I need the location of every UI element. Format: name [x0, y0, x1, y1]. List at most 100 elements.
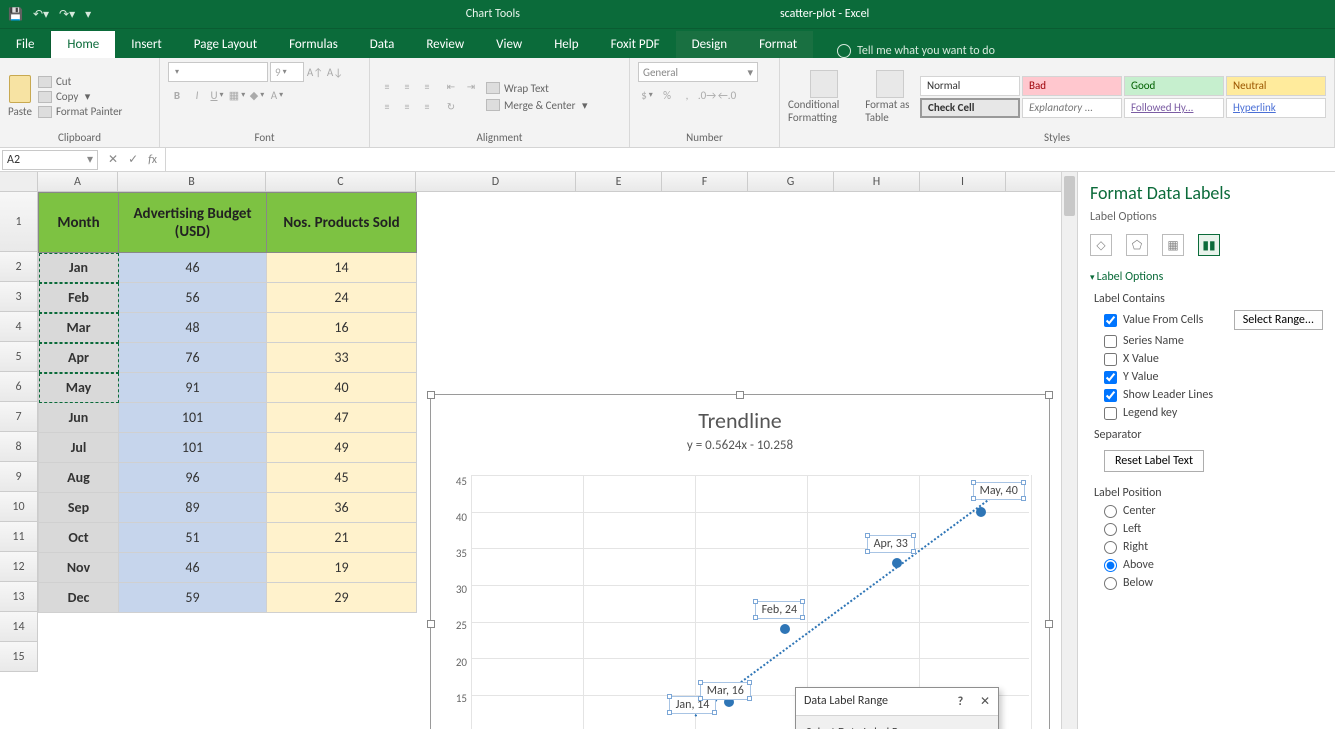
italic-button[interactable]: I: [188, 86, 206, 104]
style-followed-hyperlink[interactable]: Followed Hy...: [1124, 98, 1224, 118]
value-from-cells-checkbox[interactable]: [1104, 314, 1117, 327]
tab-view[interactable]: View: [480, 31, 538, 58]
tab-review[interactable]: Review: [410, 31, 480, 58]
y-axis[interactable]: 454035302520151050: [443, 475, 467, 729]
embedded-chart[interactable]: Trendline y = 0.5624x - 10.258 454035302…: [430, 394, 1050, 729]
cell-styles-gallery[interactable]: Normal Bad Good Neutral Check Cell Expla…: [920, 76, 1326, 118]
ribbon: Paste Cut Copy ▾ Format Painter Clipboar…: [0, 58, 1335, 148]
comma-format-icon[interactable]: ,: [678, 86, 696, 104]
decrease-decimal-icon[interactable]: ←.0: [718, 86, 736, 104]
legend-key-checkbox[interactable]: [1104, 407, 1117, 420]
bold-button[interactable]: B: [168, 86, 186, 104]
label-contains-heading: Label Contains: [1094, 292, 1323, 306]
decrease-font-icon[interactable]: A↓: [326, 63, 344, 81]
tab-foxit[interactable]: Foxit PDF: [595, 31, 676, 58]
pane-subtitle[interactable]: Label Options: [1090, 210, 1323, 224]
copy-button[interactable]: Copy ▾: [38, 90, 122, 103]
trendline-equation[interactable]: y = 0.5624x - 10.258: [431, 438, 1049, 453]
formula-bar[interactable]: [165, 148, 1335, 171]
save-icon[interactable]: 💾: [8, 7, 23, 22]
customize-qat-icon[interactable]: ▾: [85, 7, 91, 22]
worksheet[interactable]: ABCDEFGHI 123456789101112131415 MonthAdv…: [0, 172, 1077, 729]
redo-icon[interactable]: ↷▾: [59, 7, 75, 22]
border-button[interactable]: ▦: [228, 86, 246, 104]
tab-data[interactable]: Data: [354, 31, 411, 58]
style-normal[interactable]: Normal: [920, 76, 1020, 96]
row-headers[interactable]: 123456789101112131415: [0, 192, 38, 672]
label-options-icon[interactable]: ▮▮: [1198, 234, 1220, 256]
data-table[interactable]: MonthAdvertising Budget (USD)Nos. Produc…: [38, 192, 417, 613]
conditional-formatting-button[interactable]: Conditional Formatting: [788, 70, 859, 124]
orientation-icon[interactable]: ↻: [442, 98, 460, 116]
style-bad[interactable]: Bad: [1022, 76, 1122, 96]
label-position-center[interactable]: [1104, 505, 1117, 518]
style-check-cell[interactable]: Check Cell: [920, 98, 1020, 118]
chart-title[interactable]: Trendline: [431, 407, 1049, 434]
data-label[interactable]: Feb, 24: [755, 601, 804, 619]
number-format-select[interactable]: General▾: [638, 62, 758, 82]
format-as-table-button[interactable]: Format as Table: [865, 70, 914, 124]
tab-help[interactable]: Help: [538, 31, 594, 58]
x-value-checkbox[interactable]: [1104, 353, 1117, 366]
tab-insert[interactable]: Insert: [115, 31, 178, 58]
contextual-tab-title: Chart Tools: [466, 7, 520, 21]
tab-design[interactable]: Design: [676, 31, 743, 58]
tab-file[interactable]: File: [0, 31, 51, 58]
dialog-close-icon[interactable]: ✕: [980, 694, 990, 708]
font-size-select[interactable]: 9: [270, 62, 304, 82]
tell-me-search[interactable]: Tell me what you want to do: [837, 44, 995, 58]
fill-line-options-icon[interactable]: ◇: [1090, 234, 1112, 256]
wrap-text-button[interactable]: Wrap Text: [486, 82, 588, 95]
name-box[interactable]: A2▾: [2, 150, 98, 170]
label-position-right[interactable]: [1104, 541, 1117, 554]
ribbon-tabs: File Home Insert Page Layout Formulas Da…: [0, 28, 1335, 58]
cancel-formula-icon[interactable]: ✕: [108, 152, 118, 167]
label-options-section[interactable]: Label Options: [1090, 270, 1323, 284]
vertical-scrollbar[interactable]: [1061, 172, 1077, 729]
label-position-below[interactable]: [1104, 577, 1117, 590]
increase-font-icon[interactable]: A↑: [306, 63, 324, 81]
increase-decimal-icon[interactable]: .0→: [698, 86, 716, 104]
enter-formula-icon[interactable]: ✓: [128, 152, 138, 167]
column-headers[interactable]: ABCDEFGHI: [0, 172, 1077, 192]
accounting-format-icon[interactable]: $: [638, 86, 656, 104]
style-neutral[interactable]: Neutral: [1226, 76, 1326, 96]
cut-button[interactable]: Cut: [38, 75, 122, 88]
undo-icon[interactable]: ↶▾: [33, 7, 49, 22]
fill-color-button[interactable]: ◆: [248, 86, 266, 104]
show-leader-lines-checkbox[interactable]: [1104, 389, 1117, 402]
data-label[interactable]: Mar, 16: [700, 682, 751, 700]
fx-icon[interactable]: fx: [148, 153, 157, 167]
alignment-grid[interactable]: ≡≡≡≡≡≡: [378, 78, 436, 116]
paste-button[interactable]: Paste: [8, 75, 32, 118]
label-position-left[interactable]: [1104, 523, 1117, 536]
data-label[interactable]: Apr, 33: [867, 535, 915, 553]
tab-page-layout[interactable]: Page Layout: [178, 31, 273, 58]
series-name-checkbox[interactable]: [1104, 335, 1117, 348]
tab-home[interactable]: Home: [51, 31, 115, 58]
style-good[interactable]: Good: [1124, 76, 1224, 96]
format-painter-button[interactable]: Format Painter: [38, 105, 122, 118]
underline-button[interactable]: U: [208, 86, 226, 104]
data-label[interactable]: May, 40: [973, 482, 1025, 500]
tab-format[interactable]: Format: [743, 31, 813, 58]
size-properties-options-icon[interactable]: ▦: [1162, 234, 1184, 256]
dialog-help-icon[interactable]: ?: [958, 695, 964, 709]
decrease-indent-icon[interactable]: ⇤: [442, 78, 460, 96]
effects-options-icon[interactable]: ⬠: [1126, 234, 1148, 256]
quick-access-toolbar: 💾 ↶▾ ↷▾ ▾: [0, 7, 99, 22]
reset-label-text-button[interactable]: Reset Label Text: [1104, 450, 1204, 472]
font-name-select[interactable]: [168, 62, 268, 82]
font-color-button[interactable]: A: [268, 86, 286, 104]
increase-indent-icon[interactable]: ⇥: [462, 78, 480, 96]
y-value-checkbox[interactable]: [1104, 371, 1117, 384]
label-position-above[interactable]: [1104, 559, 1117, 572]
dialog-title: Data Label Range: [804, 694, 888, 709]
tab-formulas[interactable]: Formulas: [273, 31, 354, 58]
select-all-corner[interactable]: [0, 172, 38, 191]
percent-format-icon[interactable]: %: [658, 86, 676, 104]
style-hyperlink[interactable]: Hyperlink: [1226, 98, 1326, 118]
style-explanatory[interactable]: Explanatory ...: [1022, 98, 1122, 118]
merge-center-button[interactable]: Merge & Center ▾: [486, 99, 588, 112]
select-range-button[interactable]: Select Range...: [1234, 310, 1323, 330]
